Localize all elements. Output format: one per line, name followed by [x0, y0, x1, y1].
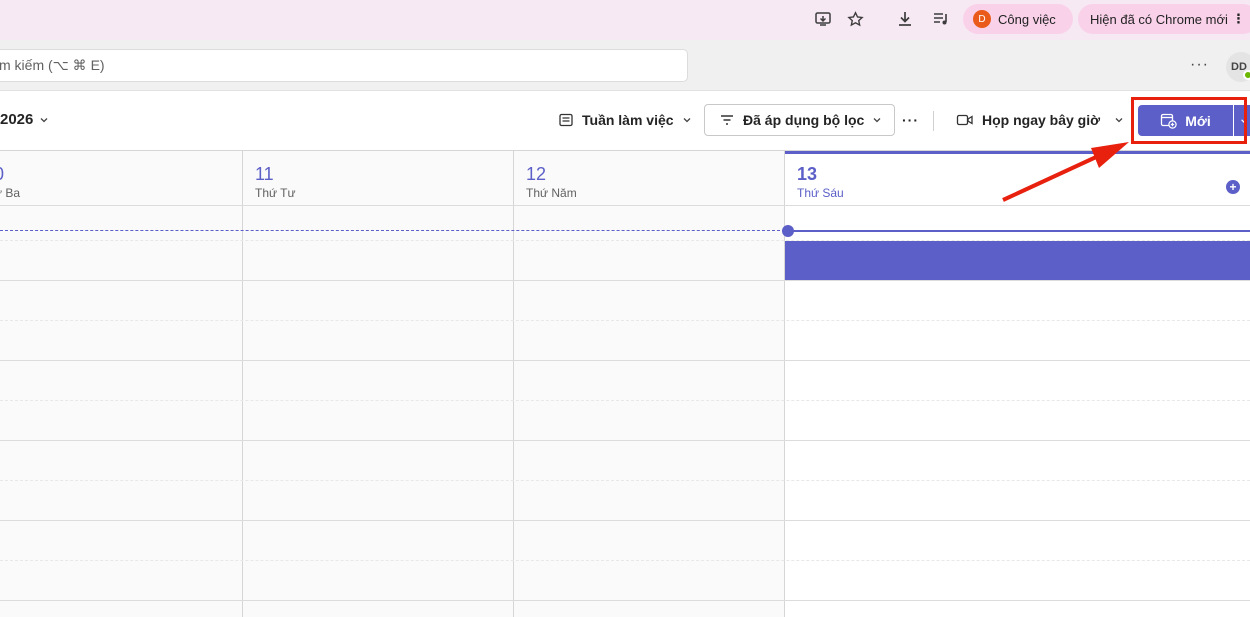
chrome-update-label: Hiện đã có Chrome mới [1090, 11, 1228, 27]
media-control-icon[interactable] [928, 6, 954, 32]
video-camera-icon [956, 114, 973, 126]
profile-avatar: D [973, 10, 991, 28]
day-number: 0 [0, 164, 4, 185]
meet-now-button[interactable]: Họp ngay bây giờ [956, 104, 1100, 136]
grid-half-line [0, 560, 1250, 561]
highlight-annotation [1131, 97, 1247, 144]
grid-line [0, 520, 1250, 521]
column-divider [784, 151, 785, 617]
day-name: ứ Ba [0, 186, 21, 200]
browser-toolbar: D Công việc Hiện đã có Chrome mới ⋮ [0, 0, 1250, 40]
add-event-icon[interactable]: + [1226, 180, 1240, 194]
grid-line [0, 360, 1250, 361]
chevron-down-icon [683, 118, 691, 123]
calendar-app: D Công việc Hiện đã có Chrome mới ⋮ m ki… [0, 0, 1250, 617]
chrome-menu-icon[interactable]: ⋮ [1232, 11, 1245, 27]
meet-now-label: Họp ngay bây giờ [982, 112, 1101, 128]
current-time-line [789, 230, 1250, 232]
app-header: m kiếm (⌥ ⌘ E) ··· [0, 40, 1250, 91]
calendar-view-icon [559, 113, 573, 127]
meet-now-dropdown[interactable] [1114, 104, 1124, 136]
day-header-thursday[interactable]: 12 Thứ Năm [514, 151, 784, 206]
date-range-label: 2026 [0, 111, 34, 128]
column-divider [513, 151, 514, 617]
calendar-event[interactable] [785, 241, 1250, 280]
profile-label: Công việc [998, 11, 1056, 27]
grid-half-line [0, 480, 1250, 481]
day-name: Thứ Tư [255, 186, 296, 200]
current-time-line-past [0, 230, 785, 231]
toolbar-more-button[interactable]: ··· [902, 104, 919, 136]
search-placeholder: m kiếm (⌥ ⌘ E) [0, 57, 105, 73]
grid-half-line [0, 320, 1250, 321]
downloads-icon[interactable] [892, 6, 918, 32]
date-range-selector[interactable]: 2026 [0, 111, 49, 128]
chevron-down-icon [873, 118, 881, 123]
presence-status-icon [1243, 70, 1250, 80]
column-divider [242, 151, 243, 617]
day-number: 13 [797, 164, 818, 184]
day-header-tuesday[interactable]: 0 ứ Ba [0, 151, 242, 206]
view-label: Tuần làm việc [582, 112, 674, 128]
filter-label: Đã áp dụng bộ lọc [743, 112, 865, 128]
bookmark-star-icon[interactable] [842, 6, 868, 32]
profile-chip[interactable]: D Công việc [963, 4, 1073, 34]
toolbar-divider [933, 111, 934, 131]
filter-icon [721, 115, 733, 125]
view-switcher[interactable]: Tuần làm việc [558, 104, 692, 136]
grid-line [0, 600, 1250, 601]
grid-half-line [0, 400, 1250, 401]
chrome-update-chip[interactable]: Hiện đã có Chrome mới ⋮ [1078, 4, 1250, 34]
install-app-icon[interactable] [810, 6, 836, 32]
header-more-icon[interactable]: ··· [1190, 56, 1209, 74]
day-name: Thứ Năm [526, 186, 577, 200]
grid-line [0, 280, 1250, 281]
filter-button[interactable]: Đã áp dụng bộ lọc [704, 104, 896, 136]
day-header-wednesday[interactable]: 11 Thứ Tư [243, 151, 513, 206]
arrow-annotation [1002, 142, 1129, 202]
chevron-down-icon [1115, 118, 1123, 123]
day-number: 11 [255, 164, 274, 184]
day-name: Thứ Sáu [797, 186, 844, 200]
search-input[interactable]: m kiếm (⌥ ⌘ E) [0, 49, 688, 82]
day-number: 12 [526, 164, 547, 184]
current-time-dot [782, 225, 794, 237]
today-column[interactable] [785, 151, 1250, 617]
chevron-down-icon [40, 117, 48, 122]
grid-line [0, 440, 1250, 441]
